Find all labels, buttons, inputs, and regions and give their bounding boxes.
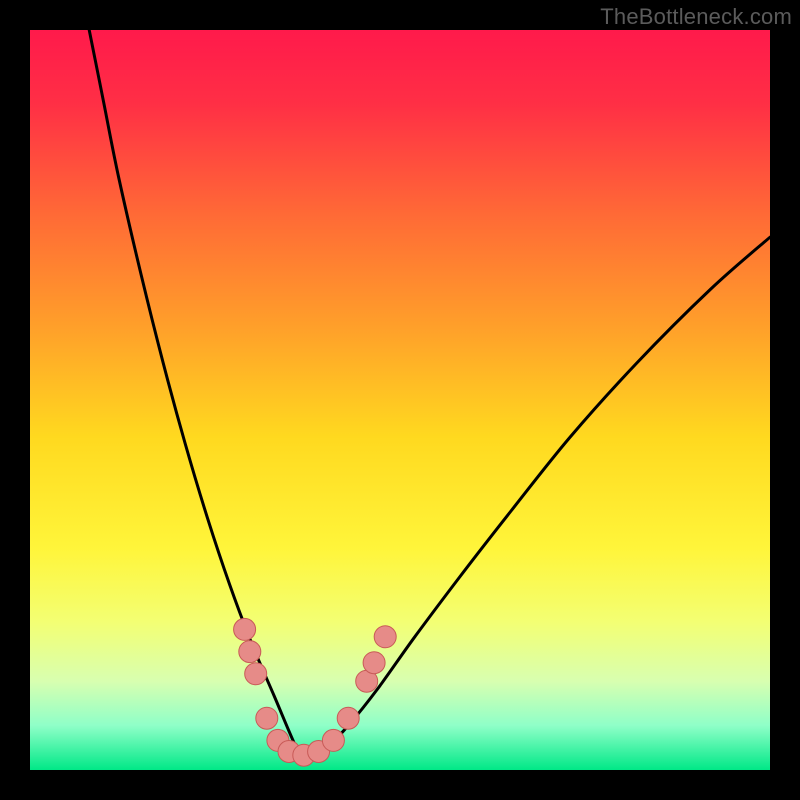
chart-svg	[30, 30, 770, 770]
curve-marker	[234, 618, 256, 640]
curve-marker	[239, 641, 261, 663]
curve-marker	[245, 663, 267, 685]
chart-plot-area	[30, 30, 770, 770]
curve-marker	[337, 707, 359, 729]
curve-marker	[256, 707, 278, 729]
curve-marker	[363, 652, 385, 674]
curve-marker	[374, 626, 396, 648]
watermark-text: TheBottleneck.com	[600, 4, 792, 30]
outer-frame: TheBottleneck.com	[0, 0, 800, 800]
curve-marker	[322, 729, 344, 751]
